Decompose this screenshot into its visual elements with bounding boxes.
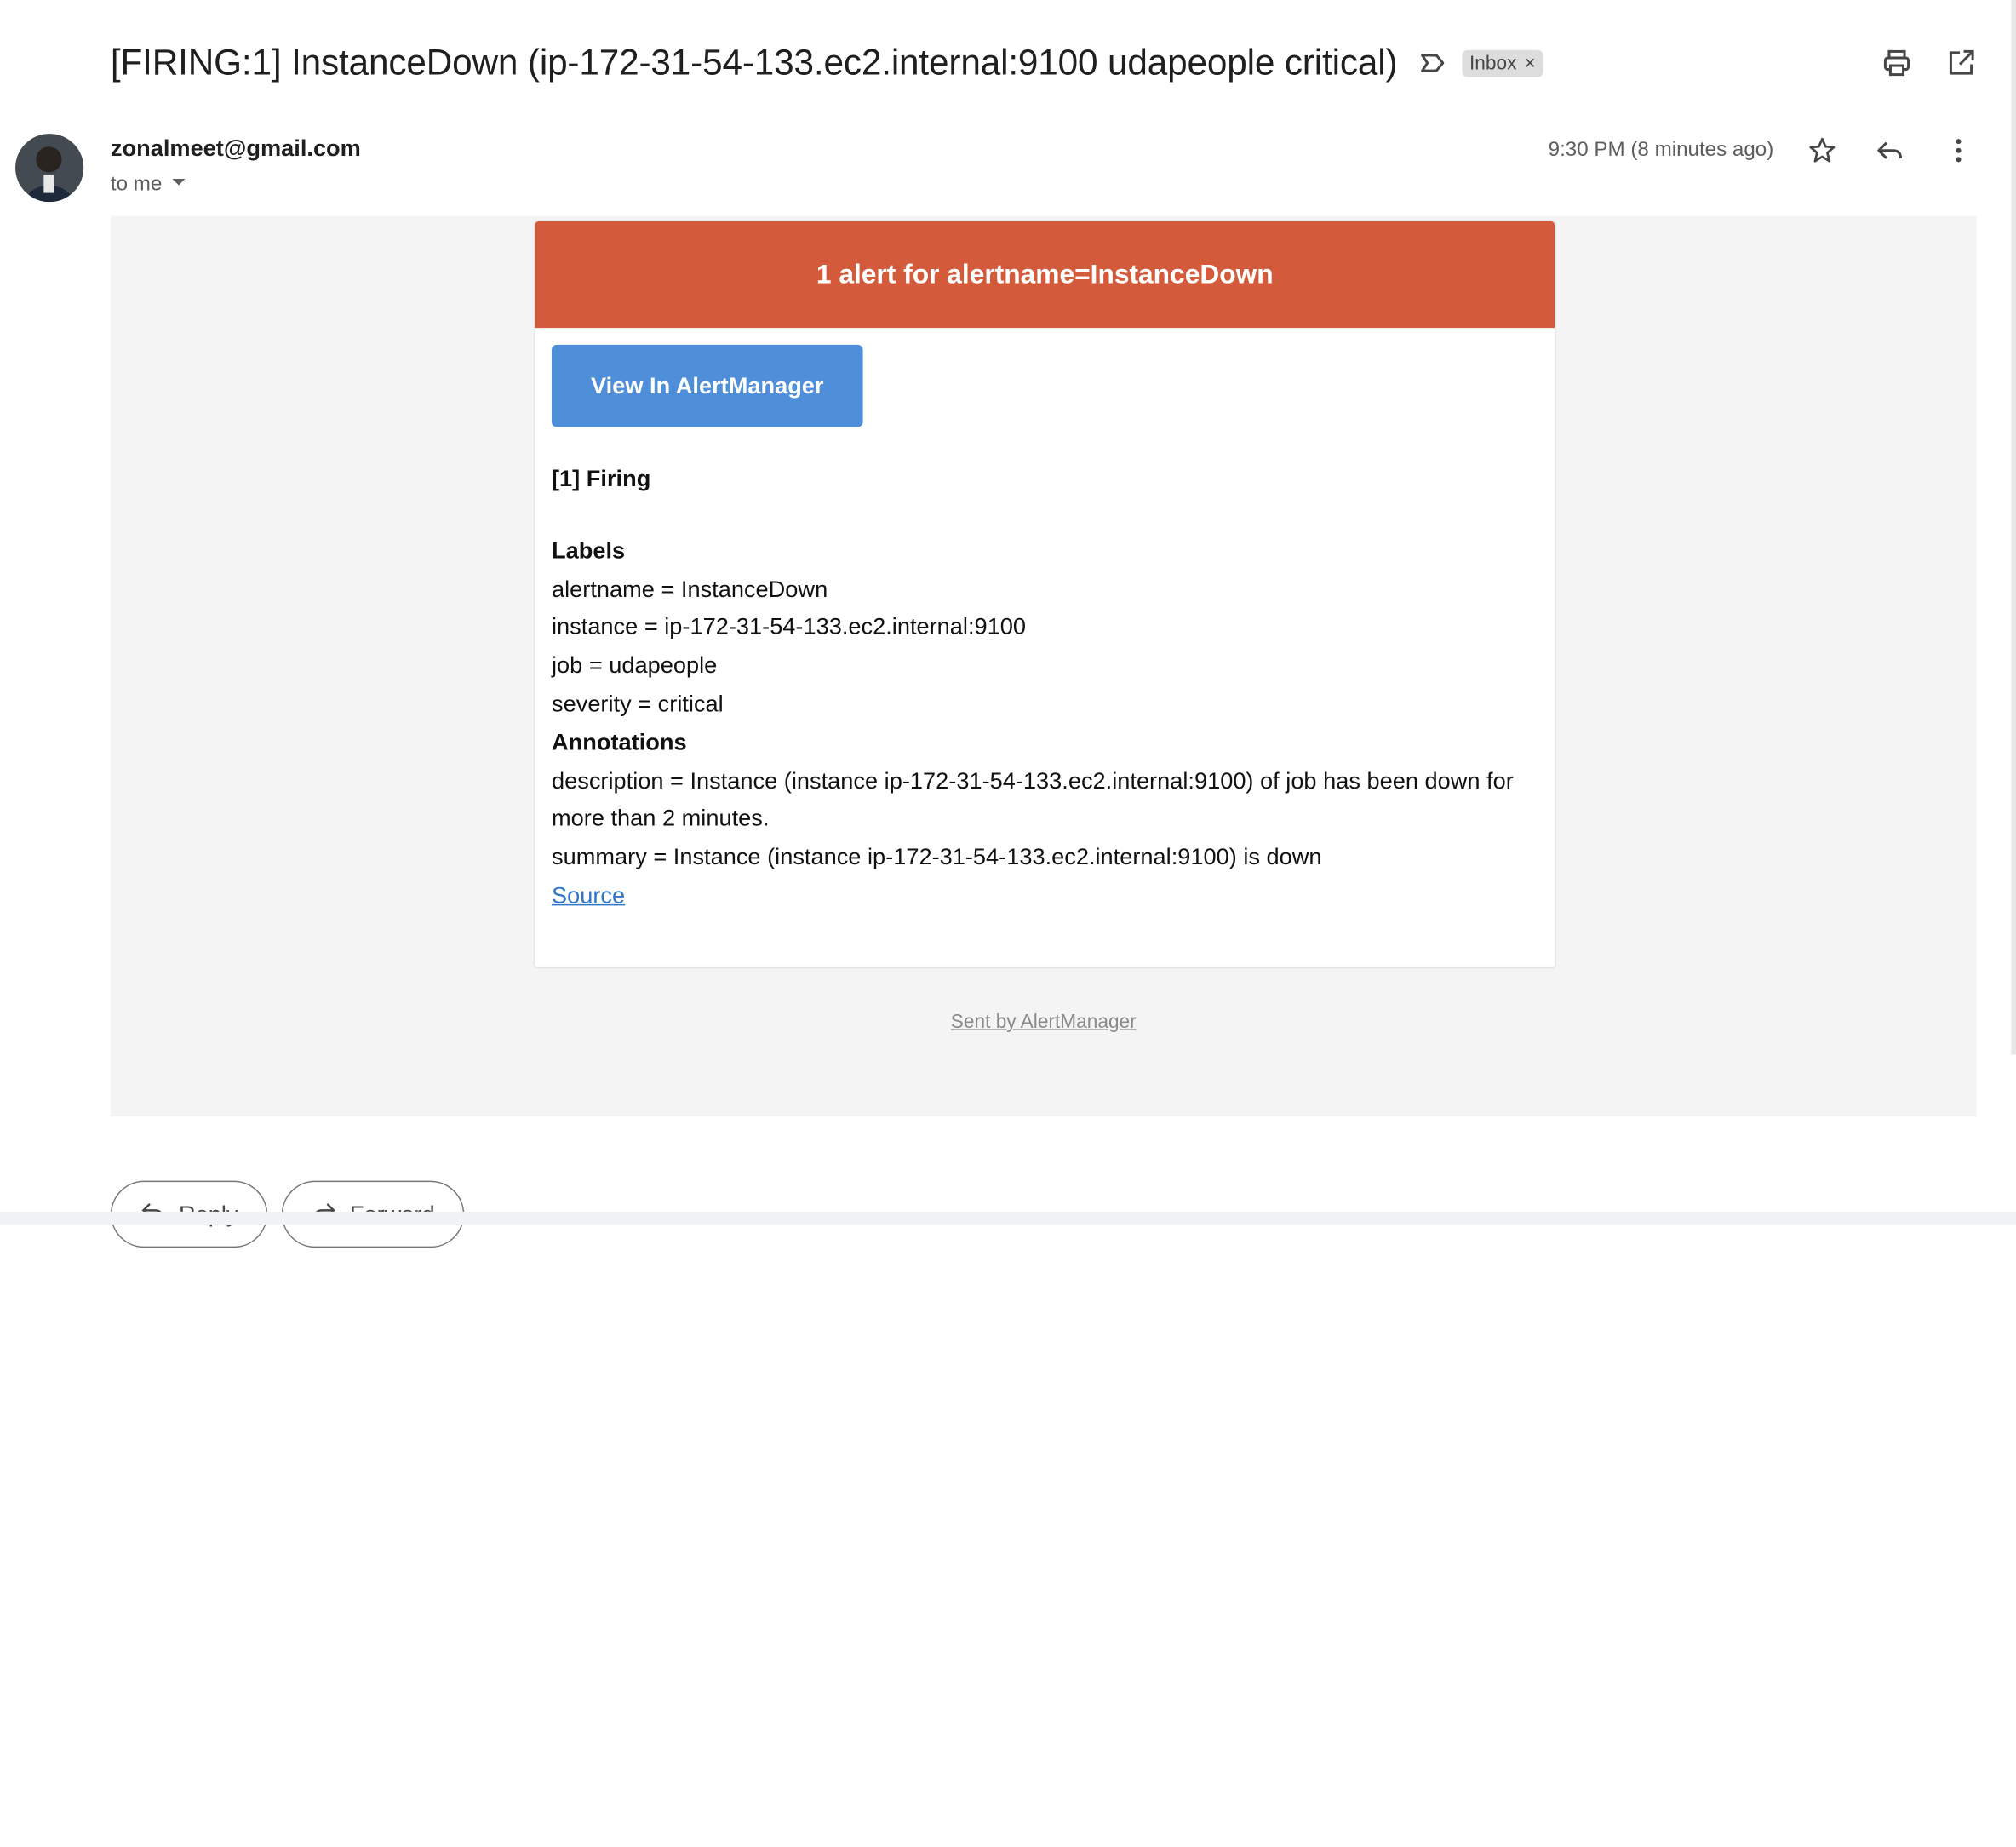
caret-down-icon[interactable] <box>169 172 187 197</box>
open-in-new-window-icon[interactable] <box>1944 46 1978 79</box>
email-subject: [FIRING:1] InstanceDown (ip-172-31-54-13… <box>110 42 1398 83</box>
label-line: instance = ip-172-31-54-133.ec2.internal… <box>552 614 1027 640</box>
label-line: job = udapeople <box>552 652 718 679</box>
view-in-alertmanager-button[interactable]: View In AlertManager <box>552 344 863 427</box>
footer: Sent by AlertManager <box>111 1011 1977 1033</box>
labels-title: Labels <box>552 537 626 564</box>
reply-icon[interactable] <box>1874 134 1907 167</box>
firing-title: [1] Firing <box>552 465 651 492</box>
received-time: 9:30 PM (8 minutes ago) <box>1548 139 1774 161</box>
label-line: alertname = InstanceDown <box>552 576 828 602</box>
annotations-title: Annotations <box>552 729 687 755</box>
scrollbar[interactable] <box>2011 0 2016 1055</box>
remove-label-icon[interactable]: × <box>1524 52 1535 74</box>
inbox-chip-label: Inbox <box>1469 52 1517 74</box>
thread-toolbar <box>1880 46 1978 79</box>
print-icon[interactable] <box>1880 46 1913 79</box>
sent-by-link[interactable]: Sent by AlertManager <box>951 1011 1137 1033</box>
label-line: severity = critical <box>552 691 724 717</box>
alert-details: [1] Firing Labels alertname = InstanceDo… <box>552 461 1542 915</box>
alert-card: 1 alert for alertname=InstanceDown View … <box>533 220 1556 969</box>
more-vert-icon[interactable] <box>1942 134 1975 167</box>
avatar[interactable] <box>15 134 84 203</box>
recipient-label: to me <box>110 173 163 195</box>
sender-email: zonalmeet@gmail.com <box>110 135 361 161</box>
annotation-line: summary = Instance (instance ip-172-31-5… <box>552 844 1322 870</box>
message-body: 1 alert for alertname=InstanceDown View … <box>110 215 1977 1117</box>
label-importance-icon[interactable] <box>1418 49 1446 77</box>
alert-header: 1 alert for alertname=InstanceDown <box>535 221 1555 329</box>
recipient-details[interactable]: to me <box>111 172 188 197</box>
email-view: [FIRING:1] InstanceDown (ip-172-31-54-13… <box>0 0 2016 1847</box>
subject-row: [FIRING:1] InstanceDown (ip-172-31-54-13… <box>111 38 1544 87</box>
annotation-line: description = Instance (instance ip-172-… <box>552 767 1514 832</box>
inbox-label-chip: Inbox × <box>1461 49 1544 77</box>
source-link[interactable]: Source <box>552 882 625 908</box>
star-icon[interactable] <box>1806 134 1839 167</box>
message-actions <box>1806 134 1975 167</box>
